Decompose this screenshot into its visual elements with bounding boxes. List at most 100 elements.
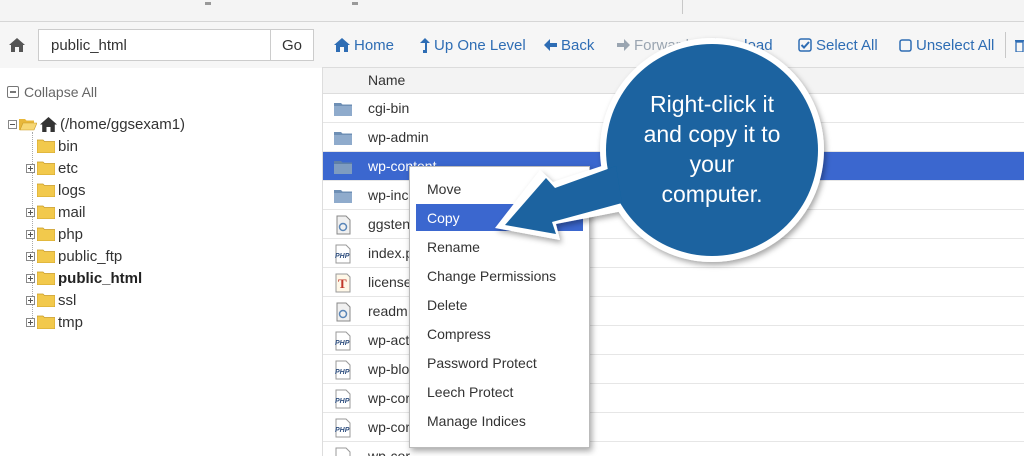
tree-item-mail[interactable]: mail (26, 202, 86, 222)
file-name: index.p (368, 245, 414, 261)
svg-text:T: T (338, 276, 347, 291)
home-path-button[interactable] (0, 28, 34, 62)
file-name: wp-cor (368, 448, 411, 456)
checkbox-checked-icon (798, 38, 812, 52)
folder-icon (37, 183, 55, 197)
select-all-button[interactable]: Select All (798, 36, 878, 54)
folder-icon (37, 315, 55, 329)
up-one-level-button[interactable]: Up One Level (420, 36, 526, 54)
forward-label: Forward (634, 36, 690, 54)
tree-item-label: ssl (58, 291, 77, 309)
context-menu-move[interactable]: Move (416, 175, 583, 202)
context-menu-rename[interactable]: Rename (416, 233, 583, 260)
php-file-icon: PHP (335, 244, 351, 264)
folder-icon (334, 132, 352, 145)
select-all-label: Select All (816, 36, 878, 54)
context-menu: Move Copy Rename Change Permissions Dele… (409, 166, 590, 448)
tree-item-logs[interactable]: logs (26, 180, 86, 200)
svg-text:PHP: PHP (335, 340, 350, 347)
plus-toggle-icon[interactable] (26, 229, 35, 239)
file-name: wp-blo (368, 361, 410, 377)
top-strip-mark (352, 2, 358, 5)
tree-item-tmp[interactable]: tmp (26, 312, 83, 332)
path-bar: Go (0, 22, 322, 68)
home-button[interactable]: Home (334, 36, 394, 54)
trash-button[interactable] (1015, 36, 1024, 54)
callout-line: Right-click it (650, 91, 774, 117)
folder-icon (37, 249, 55, 263)
home-icon (9, 38, 25, 52)
generic-file-icon (336, 215, 351, 235)
folder-icon (37, 161, 55, 175)
top-strip-mark (205, 2, 211, 5)
plus-toggle-icon[interactable] (26, 163, 35, 173)
context-menu-password-protect[interactable]: Password Protect (416, 349, 583, 376)
folder-icon (37, 293, 55, 307)
arrow-right-icon (617, 39, 630, 51)
collapse-all-button[interactable]: Collapse All (7, 84, 97, 100)
svg-text:PHP: PHP (335, 369, 350, 376)
svg-text:PHP: PHP (335, 398, 350, 405)
context-menu-change-permissions[interactable]: Change Permissions (416, 262, 583, 289)
tree-root-label: (/home/ggsexam1) (60, 115, 186, 133)
folder-tree: Collapse All (/home/ggsexam1) bin etc lo… (0, 68, 322, 456)
tree-item-public-html[interactable]: public_html (26, 268, 142, 288)
forward-button[interactable]: Forward (617, 36, 689, 54)
context-menu-copy[interactable]: Copy (416, 204, 583, 231)
tree-item-etc[interactable]: etc (26, 158, 78, 178)
go-button[interactable]: Go (270, 29, 314, 61)
back-label: Back (561, 36, 595, 54)
file-name: wp-admin (368, 129, 429, 145)
folder-icon (37, 227, 55, 241)
context-menu-manage-indices[interactable]: Manage Indices (416, 407, 583, 434)
callout-text: Right-click it and copy it to your compu… (624, 89, 800, 209)
level-up-icon (420, 37, 430, 53)
plus-toggle-icon[interactable] (26, 251, 35, 261)
plus-toggle-icon[interactable] (26, 295, 35, 305)
back-button[interactable]: Back (544, 36, 594, 54)
checkbox-empty-icon (899, 38, 912, 52)
generic-file-icon (336, 302, 351, 322)
folder-icon (37, 205, 55, 219)
file-name: readm (368, 303, 408, 319)
tree-item-label: php (58, 225, 84, 243)
folder-icon (37, 271, 55, 285)
reload-button[interactable]: Reload (707, 36, 773, 54)
file-name: wp-cor (368, 390, 411, 406)
callout-line: computer. (661, 181, 763, 207)
php-file-icon: PHP (335, 360, 351, 380)
file-name: wp-inc (368, 187, 409, 203)
php-file-icon: PHP (335, 331, 351, 351)
callout-line: and copy it to (643, 121, 781, 147)
folder-icon (334, 190, 352, 203)
tree-item-public-ftp[interactable]: public_ftp (26, 246, 122, 266)
tree-item-label: mail (58, 203, 86, 221)
plus-toggle-icon[interactable] (26, 317, 35, 327)
plus-toggle-icon[interactable] (26, 207, 35, 217)
home-label: Home (354, 36, 395, 54)
tree-root[interactable]: (/home/ggsexam1) (8, 114, 185, 134)
context-menu-leech-protect[interactable]: Leech Protect (416, 378, 583, 405)
context-menu-compress[interactable]: Compress (416, 320, 583, 347)
name-column-header[interactable]: Name (368, 72, 405, 88)
collapse-all-label: Collapse All (24, 84, 98, 100)
tree-item-ssl[interactable]: ssl (26, 290, 76, 310)
minus-toggle-icon[interactable] (8, 119, 17, 129)
folder-icon (37, 139, 55, 153)
path-input[interactable] (38, 29, 271, 61)
trash-icon (1015, 40, 1024, 52)
svg-text:PHP: PHP (335, 253, 350, 260)
text-file-icon: T (335, 273, 351, 293)
refresh-icon (708, 38, 720, 51)
php-file-icon: PHP (335, 389, 351, 409)
home-icon (334, 38, 350, 52)
top-strip-separator (682, 0, 683, 14)
tree-item-bin[interactable]: bin (26, 136, 78, 156)
plus-toggle-icon[interactable] (26, 273, 35, 283)
folder-open-icon (19, 119, 37, 131)
tree-item-label: public_html (58, 269, 143, 287)
tree-item-php[interactable]: php (26, 224, 83, 244)
php-file-icon: PHP (335, 418, 351, 438)
context-menu-delete[interactable]: Delete (416, 291, 583, 318)
unselect-all-button[interactable]: Unselect All (899, 36, 994, 54)
